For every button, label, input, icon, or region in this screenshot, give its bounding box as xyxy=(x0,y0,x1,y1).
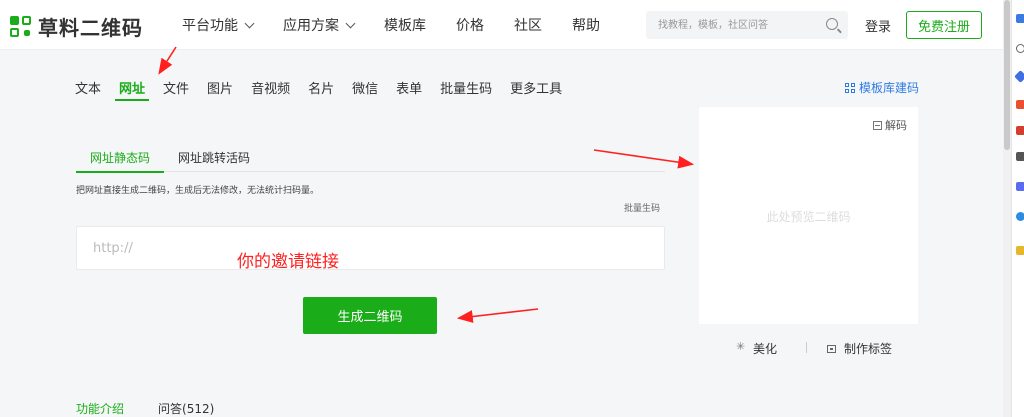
tool-tab-business-card[interactable]: 名片 xyxy=(308,73,334,101)
qr-logo-icon xyxy=(10,15,32,38)
extension-icon[interactable] xyxy=(1016,182,1024,191)
bottom-tabs: 功能介绍 问答(512) xyxy=(76,400,248,417)
nav-label: 模板库 xyxy=(384,18,426,34)
search-box xyxy=(646,11,848,39)
main-content: 文本 网址 文件 图片 音视频 名片 微信 表单 批量生码 更多工具 模板库建码… xyxy=(0,51,1003,417)
main-nav: 平台功能 应用方案 模板库 价格 社区 帮助 xyxy=(182,0,630,50)
make-label-button[interactable]: 制作标签 xyxy=(827,340,892,357)
extension-icon[interactable] xyxy=(1016,152,1024,161)
tool-tab-more[interactable]: 更多工具 xyxy=(510,73,562,101)
subtab-dynamic-url[interactable]: 网址跳转活码 xyxy=(164,143,264,172)
top-header: 草料二维码 平台功能 应用方案 模板库 价格 社区 帮助 登录 免费注册 xyxy=(0,0,1003,50)
nav-label: 平台功能 xyxy=(182,18,238,34)
url-input[interactable] xyxy=(77,227,664,269)
tool-tab-form[interactable]: 表单 xyxy=(396,73,422,101)
sparkle-icon xyxy=(736,340,747,354)
chevron-down-icon xyxy=(345,18,356,28)
nav-label: 帮助 xyxy=(572,18,600,34)
tab-qa[interactable]: 问答(512) xyxy=(158,400,214,417)
tool-tab-url[interactable]: 网址 xyxy=(115,73,150,101)
extension-icon[interactable] xyxy=(1016,246,1024,255)
make-label-label: 制作标签 xyxy=(844,342,893,356)
nav-label: 价格 xyxy=(456,18,484,34)
nav-item-help[interactable]: 帮助 xyxy=(572,15,600,35)
extension-icon[interactable] xyxy=(1016,14,1024,23)
search-icon[interactable] xyxy=(826,18,838,30)
register-button[interactable]: 免费注册 xyxy=(906,11,982,39)
tool-tab-audio-video[interactable]: 音视频 xyxy=(251,73,290,101)
preview-hint: 此处预览二维码 xyxy=(766,210,851,224)
scrollbar-thumb[interactable] xyxy=(1004,0,1010,150)
url-description: 把网址直接生成二维码，生成后无法修改，无法统计扫码量。 xyxy=(76,186,320,196)
beautify-label: 美化 xyxy=(753,342,778,356)
batch-generate-link[interactable]: 批量生码 xyxy=(624,201,660,214)
nav-label: 社区 xyxy=(514,18,542,34)
page-scrollbar[interactable] xyxy=(1003,0,1011,417)
extension-icon[interactable] xyxy=(1016,100,1024,109)
nav-item-platform[interactable]: 平台功能 xyxy=(182,15,255,35)
generate-qr-button[interactable]: 生成二维码 xyxy=(303,297,437,334)
tool-tab-image[interactable]: 图片 xyxy=(207,73,233,101)
beautify-button[interactable]: 美化 xyxy=(736,340,778,357)
tool-tab-file[interactable]: 文件 xyxy=(163,73,189,101)
chevron-down-icon xyxy=(244,18,255,28)
tool-tab-text[interactable]: 文本 xyxy=(75,73,101,101)
decode-button[interactable]: 解码 xyxy=(873,117,907,133)
search-input[interactable] xyxy=(646,11,816,39)
scan-icon xyxy=(873,120,882,130)
nav-item-templates[interactable]: 模板库 xyxy=(384,15,426,35)
logo[interactable]: 草料二维码 xyxy=(10,12,143,41)
tool-tab-batch[interactable]: 批量生码 xyxy=(440,73,492,101)
extension-icon[interactable] xyxy=(1016,126,1024,135)
subtab-static-url[interactable]: 网址静态码 xyxy=(76,143,165,173)
nav-item-pricing[interactable]: 价格 xyxy=(456,15,484,35)
nav-item-community[interactable]: 社区 xyxy=(514,15,542,35)
extension-icon[interactable] xyxy=(1016,212,1024,221)
divider xyxy=(806,342,807,353)
logo-text: 草料二维码 xyxy=(38,16,143,40)
tool-tabs: 文本 网址 文件 图片 音视频 名片 微信 表单 批量生码 更多工具 xyxy=(75,73,580,101)
url-input-box xyxy=(76,226,665,270)
template-create-label: 模板库建码 xyxy=(859,81,920,95)
extension-icon[interactable] xyxy=(1014,70,1024,83)
nav-label: 应用方案 xyxy=(283,18,339,34)
template-create-link[interactable]: 模板库建码 xyxy=(845,79,919,96)
annotation-text: 你的邀请链接 xyxy=(237,252,339,272)
url-subtabs: 网址静态码 网址跳转活码 xyxy=(76,143,665,173)
tab-feature-intro[interactable]: 功能介绍 xyxy=(76,400,124,417)
login-link[interactable]: 登录 xyxy=(865,16,891,35)
tool-tab-wechat[interactable]: 微信 xyxy=(352,73,378,101)
nav-item-solutions[interactable]: 应用方案 xyxy=(283,15,356,35)
browser-extension-strip xyxy=(1011,0,1024,417)
grid-icon xyxy=(845,82,855,93)
qr-preview-panel: 解码 此处预览二维码 xyxy=(699,107,918,324)
search-icon[interactable] xyxy=(1016,44,1024,53)
decode-label: 解码 xyxy=(885,119,907,132)
label-icon xyxy=(827,344,836,353)
